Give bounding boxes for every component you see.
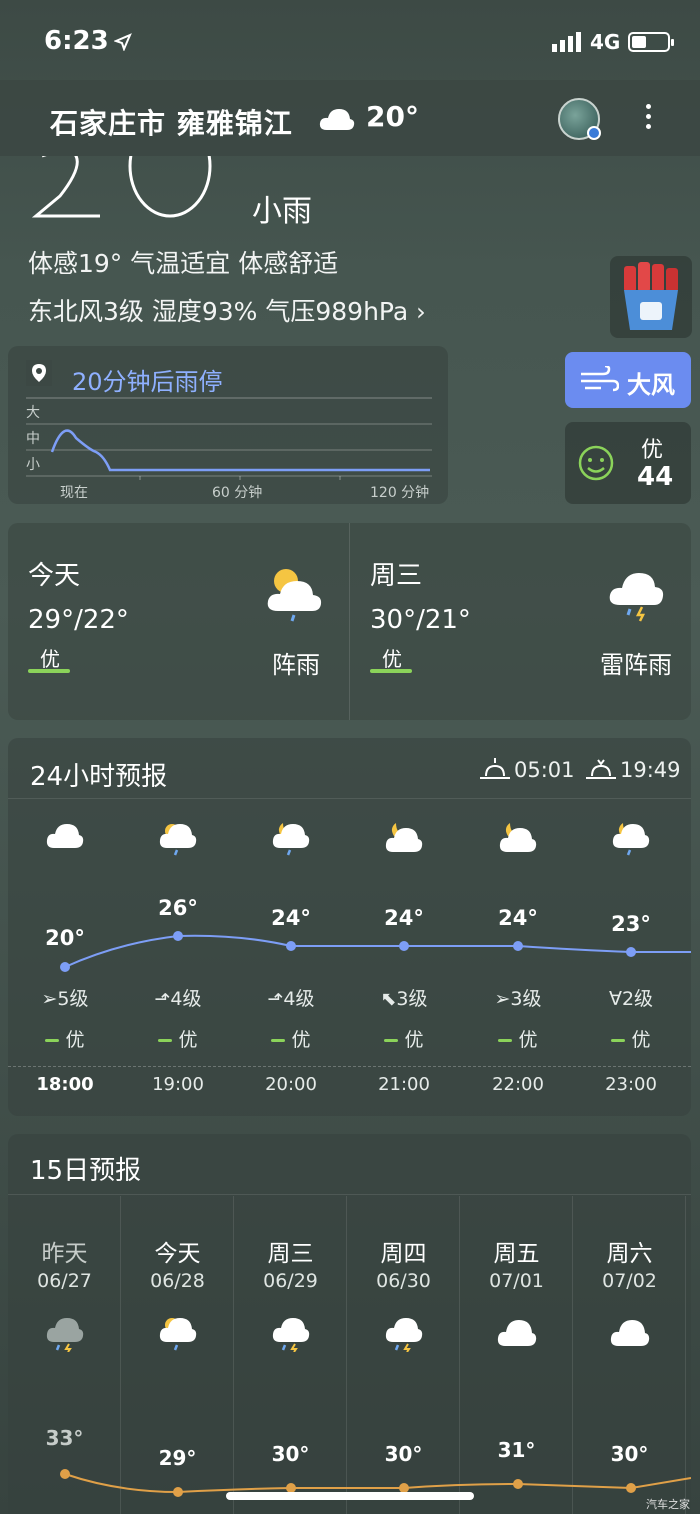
hour-time: 21:00 xyxy=(378,1074,430,1095)
day-condition-wed: 雷阵雨 xyxy=(600,651,672,679)
battery-icon xyxy=(628,32,674,52)
hour-time: 23:00 xyxy=(605,1074,657,1095)
wind-direction-icon: ⬏ xyxy=(154,988,171,1010)
hour-quality: 优 xyxy=(468,1025,568,1052)
hour-item: 26° ⬏4级 优 19:00 xyxy=(128,820,228,1095)
hour-wind: ➢5级 xyxy=(41,988,89,1010)
header-temp: 20° xyxy=(366,100,419,133)
more-menu-icon[interactable] xyxy=(640,100,656,140)
wind-direction-icon: ➢ xyxy=(41,988,58,1010)
hour-wind: ⬉3级 xyxy=(380,988,428,1010)
signal-icon xyxy=(552,32,581,52)
chevron-right-icon: › xyxy=(416,298,426,326)
status-bar: 6:23 4G xyxy=(0,0,700,80)
network-label: 4G xyxy=(590,30,621,54)
two-day-card[interactable]: 今天 29°/22° 优 阵雨 周三 30°/21° 优 雷阵雨 xyxy=(8,523,691,720)
quality-bar xyxy=(370,669,412,673)
current-condition: 小雨 xyxy=(252,194,312,229)
moon-rain-icon xyxy=(612,823,650,856)
rain-x-now: 现在 xyxy=(60,485,88,501)
status-time: 6:23 xyxy=(44,26,109,56)
hour-wind: ∀2级 xyxy=(608,988,654,1010)
hour-temp: 23° xyxy=(611,912,651,936)
wind-direction-icon: ∀ xyxy=(608,988,622,1010)
smile-face-icon xyxy=(578,445,614,481)
hour-quality: 优 xyxy=(581,1025,681,1052)
aqi-card[interactable]: 优 44 xyxy=(565,422,691,504)
aqi-level: 优 xyxy=(641,438,664,463)
wind-direction-icon: ⬉ xyxy=(380,988,397,1010)
quality-bar xyxy=(28,669,70,673)
fifteen-day-card: 15日预报 昨天 06/27 33° 今天 06/28 29° 周三 06/29… xyxy=(8,1134,691,1514)
wind-detail-text: 东北风3级 湿度93% 气压989hPa xyxy=(28,297,409,326)
rain-level-high: 大 xyxy=(26,405,40,421)
hour-quality: 优 xyxy=(354,1025,454,1052)
hour-wind: ⬏4级 xyxy=(154,988,202,1010)
hour-quality: 优 xyxy=(241,1025,341,1052)
hour-item: 24° ➢3级 优 22:00 xyxy=(468,820,568,1095)
hour-quality: 优 xyxy=(15,1025,115,1052)
day-condition-today: 阵雨 xyxy=(272,651,320,679)
sun-rain-icon xyxy=(159,824,197,856)
hour-item: 23° ∀2级 优 23:00 xyxy=(581,820,681,1095)
hour-item: 20° ➢5级 优 18:00 xyxy=(15,820,115,1095)
cloud-icon xyxy=(46,824,84,848)
sun-rain-icon xyxy=(267,569,322,622)
hour-item: 24° ⬉3级 优 21:00 xyxy=(354,820,454,1095)
wind-alert-label: 大风 xyxy=(627,371,675,399)
hour-temp: 24° xyxy=(384,906,424,930)
wind-icon xyxy=(581,366,619,392)
day-name-today: 今天 xyxy=(28,561,81,591)
hour-temp: 20° xyxy=(45,926,85,950)
hour-item: 24° ⬏4级 优 20:00 xyxy=(241,820,341,1095)
wind-detail-link[interactable]: 东北风3级 湿度93% 气压989hPa › xyxy=(28,292,426,328)
lottery-icon xyxy=(624,262,678,330)
hour-temp: 24° xyxy=(271,906,311,930)
lottery-banner[interactable] xyxy=(610,256,692,338)
feel-text: 体感19° 气温适宜 体感舒适 xyxy=(28,249,339,278)
hour-time: 18:00 xyxy=(36,1074,94,1095)
moon-cloud-icon xyxy=(385,823,423,852)
avatar[interactable] xyxy=(558,98,601,140)
daily-high-line xyxy=(60,1469,691,1497)
hour-temp: 24° xyxy=(498,906,538,930)
wind-alert-button[interactable]: 大风 xyxy=(565,352,691,408)
home-indicator[interactable] xyxy=(226,1492,474,1500)
day-range-wed: 30°/21° xyxy=(370,605,471,635)
wind-direction-icon: ➢ xyxy=(494,988,511,1010)
location-title[interactable]: 石家庄市 雍雅锦江 xyxy=(50,102,293,142)
moon-rain-icon xyxy=(272,823,310,856)
hourly-forecast-card: 24小时预报 05:01 19:49 20° ➢5级 优 18:00 26° ⬏… xyxy=(8,738,691,1116)
day-name-wed: 周三 xyxy=(370,561,423,591)
location-arrow-icon xyxy=(114,33,132,51)
day-quality-wed: 优 xyxy=(382,647,402,671)
rain-x-120: 120 分钟 xyxy=(370,485,430,501)
hour-time: 20:00 xyxy=(265,1074,317,1095)
day-range-today: 29°/22° xyxy=(28,605,129,635)
hour-wind: ➢3级 xyxy=(494,988,542,1010)
watermark: 汽车之家 xyxy=(646,1498,690,1511)
hour-time: 19:00 xyxy=(152,1074,204,1095)
rain-level-mid: 中 xyxy=(26,431,40,447)
top-header: 石家庄市 雍雅锦江 20° xyxy=(0,80,700,156)
cloud-icon xyxy=(319,109,355,130)
hour-temp: 26° xyxy=(158,896,198,920)
rain-stop-title: 20分钟后雨停 xyxy=(72,368,223,396)
rain-x-60: 60 分钟 xyxy=(212,485,263,501)
current-temp-large xyxy=(30,156,220,218)
moon-cloud-icon xyxy=(499,823,537,852)
hour-time: 22:00 xyxy=(492,1074,544,1095)
hour-quality: 优 xyxy=(128,1025,228,1052)
aqi-value: 44 xyxy=(637,462,674,492)
wind-direction-icon: ⬏ xyxy=(267,988,284,1010)
rain-level-low: 小 xyxy=(26,457,40,473)
rain-forecast-card[interactable]: 20分钟后雨停 大 中 小 现在 60 分钟 120 分钟 xyxy=(8,346,448,504)
day-quality-today: 优 xyxy=(40,647,60,671)
thunder-rain-icon xyxy=(609,573,664,622)
hour-wind: ⬏4级 xyxy=(267,988,315,1010)
